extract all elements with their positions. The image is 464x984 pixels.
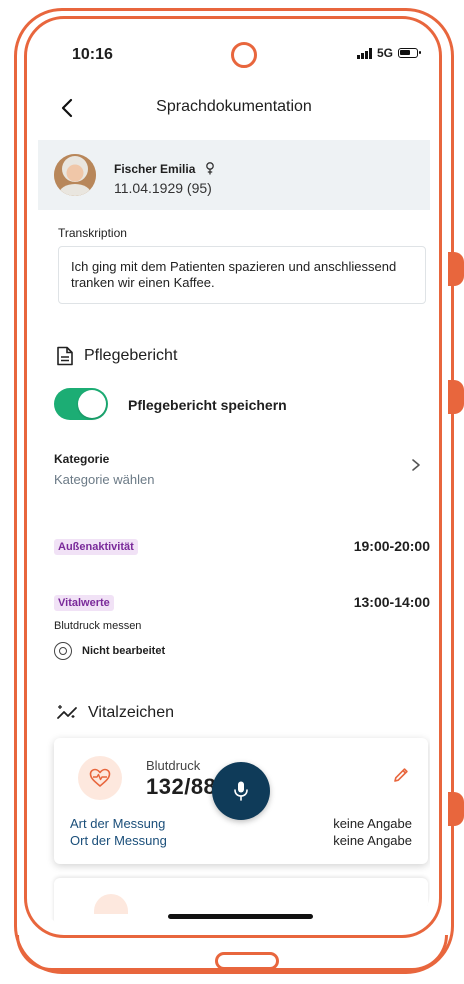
device-side-button (448, 380, 464, 414)
device-home-button (215, 952, 279, 970)
device-side-button (448, 792, 464, 826)
category-label: Kategorie (54, 452, 110, 466)
activity-status: Nicht bearbeitet (82, 645, 166, 657)
status-radio[interactable] (54, 642, 72, 660)
page-title: Sprachdokumentation (156, 98, 312, 115)
category-placeholder: Kategorie wählen (54, 472, 155, 487)
network-label: 5G (376, 46, 393, 60)
female-icon (205, 162, 214, 175)
app-screen: 10:16 5G Sprachdokumentation Fischer Emi… (38, 28, 430, 926)
transcription-label: Transkription (58, 226, 127, 240)
microphone-button[interactable] (212, 762, 270, 820)
activity-tag: Außenaktivität (54, 539, 138, 555)
status-indicators: 5G (356, 46, 421, 60)
document-icon (57, 346, 73, 366)
activity-time: 19:00-20:00 (353, 538, 430, 554)
device-side-button (448, 252, 464, 286)
vitals-title: Vitalzeichen (88, 704, 174, 721)
vitals-header: Vitalzeichen (56, 704, 174, 722)
measurement-location-value: keine Angabe (333, 833, 412, 848)
heart-icon (78, 756, 122, 800)
vital-title: Blutdruck (146, 758, 201, 773)
status-time: 10:16 (72, 46, 113, 63)
transcription-text[interactable]: Ich ging mit dem Patienten spazieren und… (58, 246, 426, 304)
patient-name: Fischer Emilia (114, 162, 215, 176)
front-camera (231, 42, 257, 68)
measurement-type-value: keine Angabe (333, 816, 412, 831)
chevron-right-icon (412, 459, 420, 471)
toggle-knob (78, 390, 106, 418)
signal-icon (356, 47, 372, 59)
microphone-icon (234, 781, 248, 801)
activity-tag: Vitalwerte (54, 595, 114, 611)
vital-value: 132/88 (146, 774, 217, 799)
patient-dob: 11.04.1929 (95) (114, 180, 212, 196)
home-indicator[interactable] (168, 914, 313, 919)
pflegebericht-toggle[interactable] (54, 388, 108, 420)
avatar (54, 154, 96, 196)
measurement-location-label: Ort der Messung (70, 833, 167, 848)
activity-task: Blutdruck messen (54, 620, 142, 632)
activity-time: 13:00-14:00 (353, 594, 430, 610)
vital-icon (94, 894, 128, 914)
patient-header: Fischer Emilia 11.04.1929 (95) (38, 140, 430, 210)
battery-icon (398, 48, 421, 58)
pflegebericht-header: Pflegebericht (56, 346, 177, 366)
pencil-icon[interactable] (392, 766, 410, 784)
measurement-type-label: Art der Messung (70, 816, 166, 831)
sparkle-chart-icon (57, 705, 77, 719)
pflegebericht-title: Pflegebericht (84, 347, 178, 364)
toggle-label: Pflegebericht speichern (128, 397, 287, 413)
